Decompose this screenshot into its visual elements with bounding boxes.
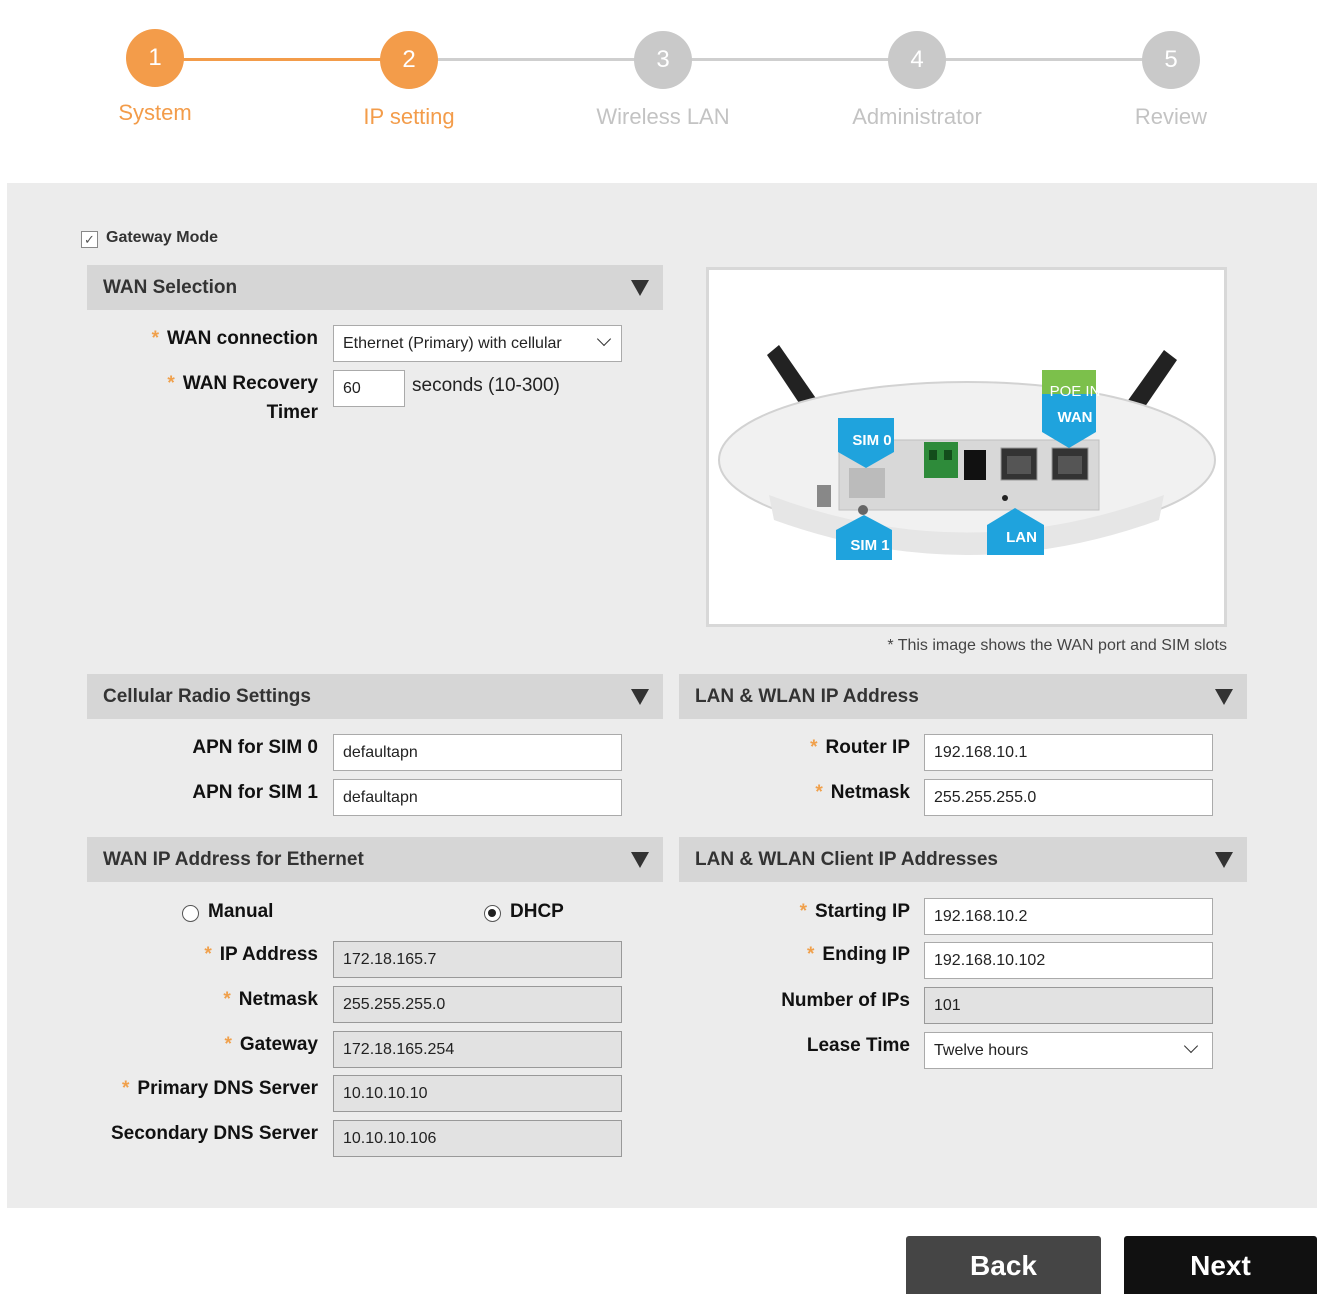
step-review[interactable]: 5 Review bbox=[1071, 31, 1271, 130]
apn-sim1-input[interactable]: defaultapn bbox=[333, 779, 622, 816]
step-system[interactable]: 1 System bbox=[55, 29, 255, 126]
dhcp-radio[interactable] bbox=[484, 905, 501, 922]
settings-panel: ✓ Gateway Mode WAN Selection * WAN connec… bbox=[7, 183, 1317, 1208]
lease-time-select[interactable]: Twelve hours bbox=[924, 1032, 1213, 1069]
wan-recovery-hint: seconds (10-300) bbox=[412, 375, 560, 396]
router-ip-input[interactable]: 192.168.10.1 bbox=[924, 734, 1213, 771]
collapse-triangle-icon bbox=[1215, 852, 1233, 868]
chevron-down-icon bbox=[596, 331, 612, 347]
starting-ip-label: * Starting IP bbox=[799, 901, 910, 922]
step-label: System bbox=[118, 100, 192, 125]
secondary-dns-input[interactable]: 10.10.10.106 bbox=[333, 1120, 622, 1157]
section-title: Cellular Radio Settings bbox=[103, 686, 311, 707]
step-circle: 1 bbox=[126, 29, 184, 87]
step-wireless-lan[interactable]: 3 Wireless LAN bbox=[563, 31, 763, 130]
collapse-triangle-icon bbox=[631, 280, 649, 296]
wan-recovery-input[interactable]: 60 bbox=[333, 370, 405, 407]
section-title: LAN & WLAN Client IP Addresses bbox=[695, 849, 998, 870]
collapse-triangle-icon bbox=[1215, 689, 1233, 705]
wan-recovery-label: * WAN Recovery bbox=[167, 373, 318, 394]
section-title: WAN Selection bbox=[103, 277, 238, 298]
step-label: Review bbox=[1134, 104, 1208, 129]
lease-time-label: Lease Time bbox=[806, 1035, 910, 1056]
wan-port-label: WAN bbox=[1057, 409, 1093, 426]
apn-sim1-label: APN for SIM 1 bbox=[192, 782, 318, 803]
wan-netmask-label: * Netmask bbox=[223, 989, 318, 1010]
section-lan-wlan-ip[interactable]: LAN & WLAN IP Address bbox=[679, 674, 1247, 719]
step-circle: 4 bbox=[888, 31, 946, 89]
dhcp-radio-label: DHCP bbox=[510, 901, 564, 922]
wan-recovery-label-line2: Timer bbox=[266, 402, 318, 423]
next-button[interactable]: Next bbox=[1124, 1236, 1317, 1294]
poe-in-label: POE IN bbox=[1049, 383, 1101, 400]
wan-ip-label: * IP Address bbox=[204, 944, 318, 965]
step-circle: 3 bbox=[634, 31, 692, 89]
step-label: Wireless LAN bbox=[596, 104, 730, 129]
primary-dns-input[interactable]: 10.10.10.10 bbox=[333, 1075, 622, 1112]
section-lan-client-ip[interactable]: LAN & WLAN Client IP Addresses bbox=[679, 837, 1247, 882]
image-caption: * This image shows the WAN port and SIM … bbox=[887, 637, 1227, 654]
lan-netmask-input[interactable]: 255.255.255.0 bbox=[924, 779, 1213, 816]
step-circle: 5 bbox=[1142, 31, 1200, 89]
number-of-ips-field: 101 bbox=[924, 987, 1213, 1024]
manual-radio-label: Manual bbox=[208, 901, 274, 922]
apn-sim0-label: APN for SIM 0 bbox=[192, 737, 318, 758]
ending-ip-input[interactable]: 192.168.10.102 bbox=[924, 942, 1213, 979]
back-button[interactable]: Back bbox=[906, 1236, 1101, 1294]
manual-radio[interactable] bbox=[182, 905, 199, 922]
starting-ip-input[interactable]: 192.168.10.2 bbox=[924, 898, 1213, 935]
router-ip-label: * Router IP bbox=[810, 737, 910, 758]
wan-connection-select[interactable]: Ethernet (Primary) with cellular bbox=[333, 325, 622, 362]
step-label: IP setting bbox=[363, 104, 455, 129]
lan-netmask-label: * Netmask bbox=[815, 782, 910, 803]
number-of-ips-label: Number of IPs bbox=[781, 990, 910, 1011]
ending-ip-label: * Ending IP bbox=[806, 944, 910, 965]
collapse-triangle-icon bbox=[631, 852, 649, 868]
collapse-triangle-icon bbox=[631, 689, 649, 705]
section-cellular-radio[interactable]: Cellular Radio Settings bbox=[87, 674, 663, 719]
section-wan-selection[interactable]: WAN Selection bbox=[87, 265, 663, 310]
gateway-mode-label: Gateway Mode bbox=[106, 229, 219, 246]
apn-sim0-input[interactable]: defaultapn bbox=[333, 734, 622, 771]
gateway-mode-checkbox[interactable]: ✓ bbox=[81, 231, 98, 248]
wan-ip-input[interactable]: 172.18.165.7 bbox=[333, 941, 622, 978]
secondary-dns-label: Secondary DNS Server bbox=[111, 1123, 318, 1144]
step-administrator[interactable]: 4 Administrator bbox=[817, 31, 1017, 130]
wizard-stepper: 1 System 2 IP setting 3 Wireless LAN 4 A… bbox=[0, 0, 1317, 180]
step-circle: 2 bbox=[380, 31, 438, 89]
section-title: WAN IP Address for Ethernet bbox=[103, 849, 364, 870]
step-label: Administrator bbox=[852, 104, 982, 129]
wan-connection-label: * WAN connection bbox=[151, 328, 318, 349]
primary-dns-label: * Primary DNS Server bbox=[121, 1078, 318, 1099]
sim1-label: SIM 1 bbox=[850, 537, 890, 554]
wan-gateway-input[interactable]: 172.18.165.254 bbox=[333, 1031, 622, 1068]
sim0-label: SIM 0 bbox=[852, 432, 892, 449]
section-wan-ip-ethernet[interactable]: WAN IP Address for Ethernet bbox=[87, 837, 663, 882]
device-image: POE IN WAN SIM 0 SIM 1 LAN bbox=[706, 267, 1227, 627]
wan-netmask-input[interactable]: 255.255.255.0 bbox=[333, 986, 622, 1023]
chevron-down-icon bbox=[1183, 1038, 1199, 1054]
section-title: LAN & WLAN IP Address bbox=[695, 686, 919, 707]
step-ip-setting[interactable]: 2 IP setting bbox=[309, 31, 509, 130]
wan-gateway-label: * Gateway bbox=[224, 1034, 318, 1055]
device-illustration bbox=[718, 345, 1216, 560]
lan-port-label: LAN bbox=[1006, 529, 1037, 546]
